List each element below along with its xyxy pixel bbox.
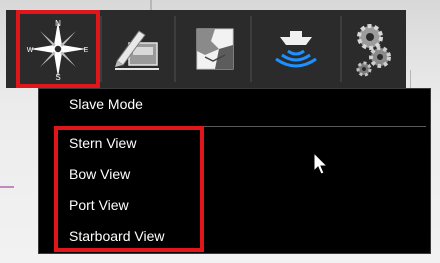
menu-item-slave-mode[interactable]: Slave Mode <box>69 96 143 112</box>
toolbar-separator <box>174 16 176 82</box>
gears-icon <box>356 24 391 77</box>
menu-item-stern-view[interactable]: Stern View <box>69 135 136 151</box>
highlight-frame <box>16 10 100 88</box>
toolbar: N S W E <box>6 10 406 88</box>
menu-item-port-view[interactable]: Port View <box>69 197 129 213</box>
sonar-button[interactable] <box>254 10 338 88</box>
mouse-cursor-icon <box>313 152 329 175</box>
chart-line <box>150 0 152 10</box>
chart-line <box>0 186 14 188</box>
menu-item-starboard-view[interactable]: Starboard View <box>69 228 164 244</box>
chart-line <box>410 70 411 90</box>
chart-button[interactable] <box>178 10 248 88</box>
sonar-icon <box>275 31 317 68</box>
compass-button[interactable]: N S W E <box>16 10 100 88</box>
chart-icon <box>196 28 234 70</box>
menu-item-bow-view[interactable]: Bow View <box>69 166 130 182</box>
menu-divider <box>204 126 426 127</box>
edit-icon <box>115 30 159 70</box>
toolbar-separator <box>250 16 252 82</box>
view-dropdown-menu: Slave Mode Stern View Bow View Port View… <box>38 88 431 254</box>
settings-button[interactable] <box>342 10 406 88</box>
edit-button[interactable] <box>102 10 172 88</box>
